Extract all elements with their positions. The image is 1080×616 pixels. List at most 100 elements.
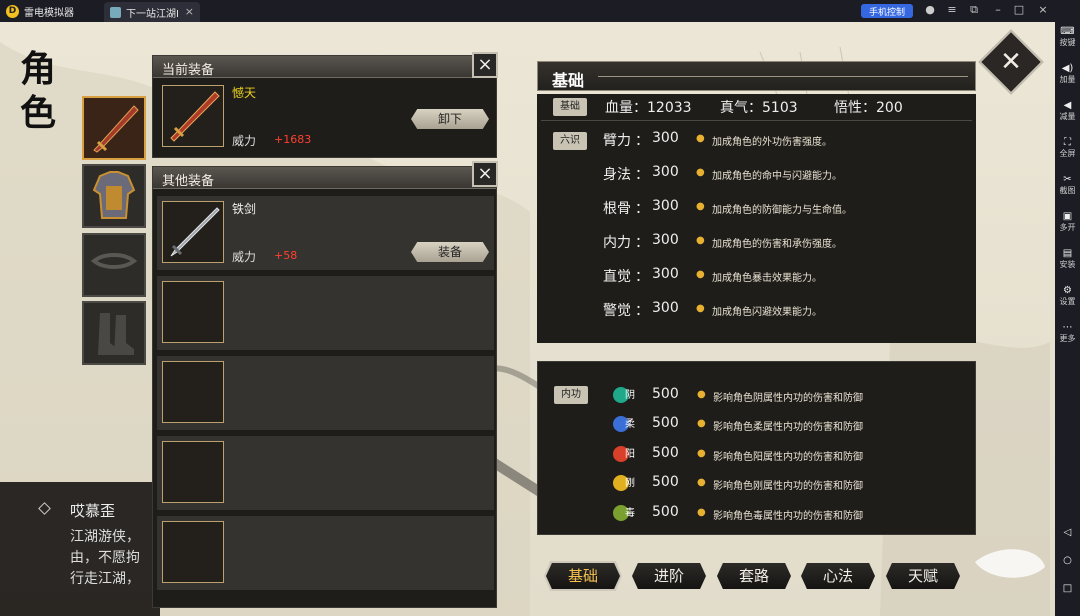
current-equipment-panel: 当前装备 憾天 威力 +1683 卸下	[152, 55, 497, 158]
element-char: 阴	[625, 390, 635, 401]
empty-item-row[interactable]	[157, 276, 494, 350]
element-desc: 影响角色柔属性内功的伤害和防御	[713, 422, 863, 433]
sidebar-item-install[interactable]: ▤ 安装	[1055, 248, 1080, 270]
other-equipment-panel: 其他装备 铁剑 威力 +58 装备 ▼	[152, 166, 497, 616]
close-page-icon[interactable]: ✕	[995, 43, 1027, 81]
sidebar-item-label: 全屏	[1059, 149, 1076, 158]
attr-value: 300	[652, 198, 679, 214]
tab-close-icon[interactable]: ×	[185, 5, 194, 18]
phone-control-label: 手机控制	[868, 7, 905, 18]
tab-game[interactable]: 下一站江湖Ⅰ ×	[104, 2, 200, 22]
equip-button[interactable]: 装备	[411, 242, 489, 262]
scissors-icon: ✂	[1063, 174, 1072, 185]
hero-description: 江湖游侠， 由，不愿拘 行走江湖，	[70, 527, 160, 593]
inner-power-panel: 内功 阴 500 ● 影响角色阴属性内功的伤害和防御 柔 500 ● 影响角色柔…	[537, 361, 976, 535]
empty-item-row[interactable]	[157, 436, 494, 510]
empty-item-row[interactable]	[157, 516, 494, 590]
account-icon[interactable]: ●	[923, 3, 937, 16]
sidebar-item-more[interactable]: ⋯ 更多	[1055, 322, 1080, 344]
restore-window-icon[interactable]: ⧉	[967, 3, 981, 17]
base-stats-header: 基础	[537, 61, 976, 91]
tab-advanced[interactable]: 进阶	[632, 563, 706, 589]
tab-talent[interactable]: 天赋	[886, 563, 960, 589]
comprehension-value: 200	[876, 100, 903, 116]
belt-icon	[90, 253, 138, 269]
element-char: 阳	[625, 449, 635, 460]
sidebar-item-settings[interactable]: ⚙ 设置	[1055, 285, 1080, 307]
sidebar-item-volume-down[interactable]: ◀ 减量	[1055, 100, 1080, 122]
other-item-row[interactable]: 铁剑 威力 +58 装备	[157, 196, 494, 270]
attr-name: 身法	[603, 167, 631, 183]
armor-icon	[92, 171, 136, 219]
colon: ：	[635, 235, 649, 251]
game-tab-icon	[110, 6, 121, 18]
unequip-button[interactable]: 卸下	[411, 109, 489, 129]
element-value: 500	[652, 504, 679, 520]
bullet-icon: ●	[696, 167, 705, 178]
menu-icon[interactable]: ≡	[945, 3, 959, 16]
colon: ：	[635, 133, 649, 149]
attr-value: 300	[652, 266, 679, 282]
nav-home-button[interactable]: ○	[1055, 555, 1080, 567]
six-senses-tag: 六识	[553, 132, 587, 150]
qi-label: 真气	[720, 100, 748, 116]
current-item-icon	[162, 85, 224, 147]
tab-mind-method[interactable]: 心法	[801, 563, 875, 589]
element-desc: 影响角色阳属性内功的伤害和防御	[713, 452, 863, 463]
bullet-icon: ●	[697, 448, 706, 459]
attr-name: 直觉	[603, 269, 631, 285]
element-value: 500	[652, 415, 679, 431]
sidebar-item-label: 减量	[1059, 112, 1076, 121]
other-equipment-title: 其他装备	[162, 174, 215, 189]
close-other-equipment-icon[interactable]: ×	[472, 161, 498, 187]
element-desc: 影响角色刚属性内功的伤害和防御	[713, 481, 863, 492]
current-item-power-label: 威力	[232, 134, 257, 148]
attr-value: 300	[652, 232, 679, 248]
nav-back-button[interactable]: ◁	[1055, 527, 1080, 539]
emulator-app-name: 雷电模拟器	[24, 7, 74, 19]
attr-desc: 加成角色暴击效果能力。	[712, 273, 822, 284]
minimize-icon[interactable]: –	[991, 3, 1005, 16]
qi-stat: 真气：5103	[720, 100, 798, 116]
other-item-power-value: +58	[274, 249, 298, 262]
current-item-row: 憾天 威力 +1683 卸下	[157, 80, 494, 154]
sidebar-item-keys[interactable]: ⌨ 按键	[1055, 26, 1080, 48]
hp-stat: 血量：12033	[605, 100, 692, 116]
maximize-icon[interactable]: □	[1012, 3, 1026, 16]
emulator-titlebar: D 雷电模拟器 下一站江湖Ⅰ × 手机控制 ● ≡ ⧉ – □ ×	[0, 0, 1080, 22]
base-stats-body: 基础 血量：12033 真气：5103 悟性：200 六识 臂力 ： 300 ●…	[537, 94, 976, 343]
nav-recents-button[interactable]: □	[1055, 583, 1080, 595]
phone-control-button[interactable]: 手机控制	[861, 4, 913, 18]
sidebar-item-volume-up[interactable]: ◀) 加量	[1055, 63, 1080, 85]
empty-item-row[interactable]	[157, 356, 494, 430]
element-desc: 影响角色阴属性内功的伤害和防御	[713, 393, 863, 404]
close-current-equipment-icon[interactable]: ×	[472, 52, 498, 78]
element-desc: 影响角色毒属性内功的伤害和防御	[713, 511, 863, 522]
attr-desc: 加成角色的防御能力与生命值。	[712, 205, 852, 216]
window-close-icon[interactable]: ×	[1036, 3, 1050, 16]
bullet-icon: ●	[697, 389, 706, 400]
sidebar-item-screenshot[interactable]: ✂ 截图	[1055, 174, 1080, 196]
attr-name: 臂力	[603, 133, 631, 149]
tab-routines[interactable]: 套路	[717, 563, 791, 589]
slot-weapon[interactable]	[82, 96, 146, 160]
sidebar-item-label: 加量	[1059, 75, 1076, 84]
slot-armor[interactable]	[82, 164, 146, 228]
other-item-icon	[162, 201, 224, 263]
tab-basic[interactable]: 基础	[546, 563, 620, 589]
comprehension-stat: 悟性：200	[834, 100, 903, 116]
hero-name: 哎慕歪	[70, 502, 116, 520]
game-screen: 角 色 哎慕歪 江湖游侠， 由，不愿拘 行走江湖， 当前装备 憾天 威力 +16…	[0, 22, 1055, 616]
keyboard-icon: ⌨	[1060, 26, 1075, 37]
slot-belt[interactable]	[82, 233, 146, 297]
slot-boots[interactable]	[82, 301, 146, 365]
sidebar-item-fullscreen[interactable]: ⛶ 全屏	[1055, 137, 1080, 159]
hero-desc-line: 行走江湖，	[70, 571, 140, 587]
qi-value: 5103	[762, 100, 798, 116]
other-item-name: 铁剑	[232, 202, 257, 216]
element-value: 500	[652, 386, 679, 402]
colon: ：	[635, 303, 649, 319]
sidebar-item-multi[interactable]: ▣ 多开	[1055, 211, 1080, 233]
attr-value: 300	[652, 130, 679, 146]
bullet-icon: ●	[696, 133, 705, 144]
